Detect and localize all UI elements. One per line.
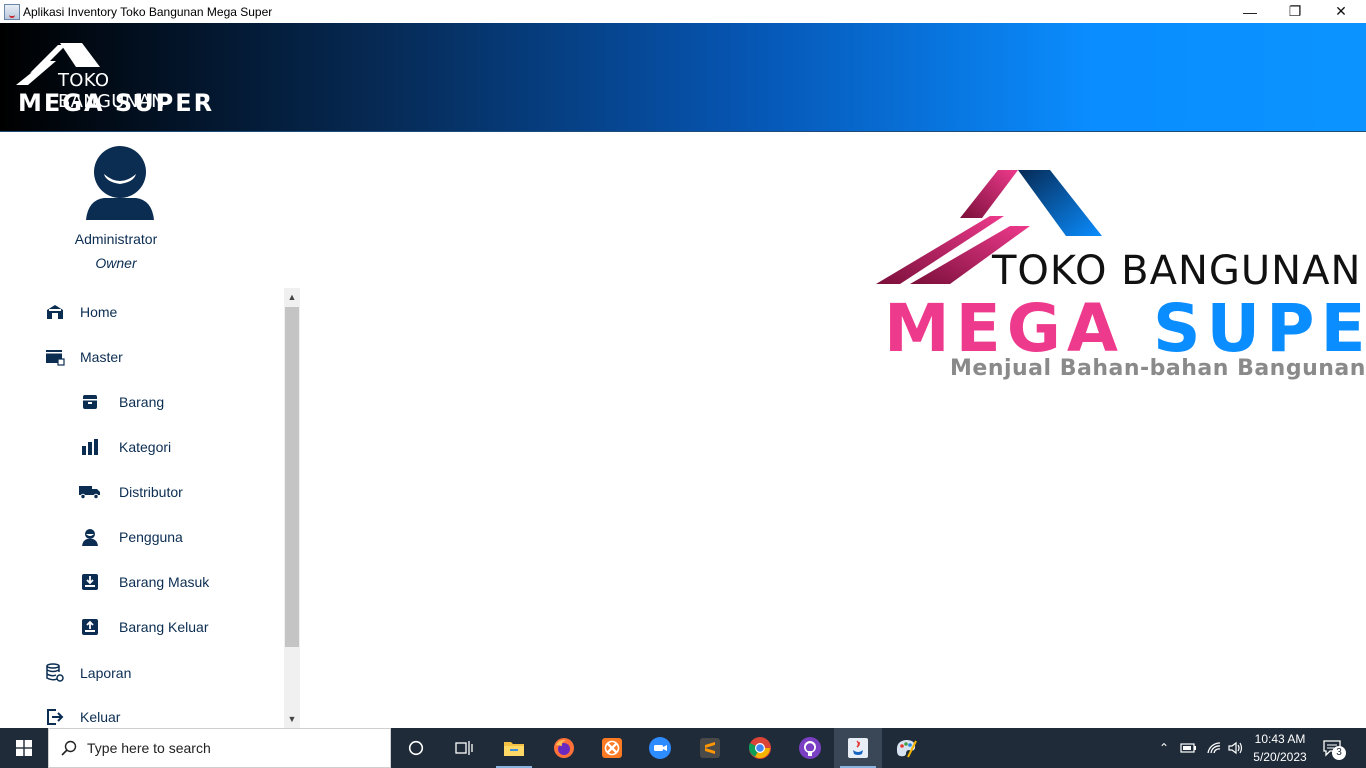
firefox-icon [554, 738, 574, 758]
restore-button[interactable]: ❐ [1272, 0, 1318, 23]
main-logo: TOKO BANGUNAN MEGA SUPER Menjual Bahan-b… [870, 160, 1366, 390]
user-icon [79, 526, 101, 548]
header-banner: TOKO BANGUNAN MEGA SUPER [0, 23, 1366, 132]
scroll-down-arrow-icon[interactable]: ▼ [284, 710, 300, 728]
sidebar-item-pengguna[interactable]: Pengguna [0, 517, 284, 557]
avatar-icon [86, 146, 154, 220]
sidebar-item-label: Kategori [119, 439, 172, 455]
sidebar-item-label: Distributor [119, 484, 183, 500]
folder-icon [44, 346, 66, 368]
cortana-circle-icon [408, 740, 424, 756]
sidebar-item-label: Barang Masuk [119, 574, 210, 590]
chrome-icon [748, 737, 771, 759]
tray-chevron-up-icon[interactable]: ⌃ [1156, 741, 1172, 755]
taskbar-java-app[interactable] [834, 728, 882, 768]
sidebar-item-master[interactable]: Master [0, 337, 284, 377]
sidebar-item-label: Home [80, 304, 118, 320]
sidebar-item-label: Laporan [80, 665, 132, 681]
clock-date: 5/20/2023 [1253, 750, 1307, 764]
sidebar-item-barang[interactable]: Barang [0, 382, 284, 422]
sidebar-item-kategori[interactable]: Kategori [0, 427, 284, 467]
sidebar-scrollbar[interactable]: ▲ ▼ [284, 288, 300, 728]
minimize-button[interactable]: — [1227, 0, 1273, 23]
sidebar-item-keluar[interactable]: Keluar [0, 697, 284, 728]
sidebar-menu: Home Master Barang Kategori Distributor … [0, 288, 284, 728]
taskbar-search-box[interactable]: Type here to search [48, 728, 391, 768]
zoom-icon [649, 737, 671, 759]
taskbar-clock[interactable]: 10:43 AM 5/20/2023 [1244, 730, 1316, 766]
taskbar-sublime[interactable] [686, 728, 734, 768]
sublime-text-icon [700, 738, 720, 758]
sidebar-item-barang-masuk[interactable]: Barang Masuk [0, 562, 284, 602]
sidebar-item-home[interactable]: Home [0, 292, 284, 332]
windows-logo-icon [16, 740, 32, 756]
paint-palette-icon [896, 740, 917, 758]
sidebar-item-barang-keluar[interactable]: Barang Keluar [0, 607, 284, 647]
close-button[interactable]: ✕ [1318, 0, 1364, 23]
cortana-button[interactable] [392, 728, 440, 768]
scrollbar-thumb[interactable] [285, 307, 299, 647]
logout-icon [44, 706, 66, 728]
battery-icon[interactable] [1180, 742, 1198, 754]
sidebar-item-label: Keluar [80, 709, 121, 725]
java-icon [848, 738, 868, 758]
scroll-up-arrow-icon[interactable]: ▲ [284, 288, 300, 306]
sidebar-item-label: Barang Keluar [119, 619, 209, 635]
search-placeholder: Type here to search [87, 740, 211, 756]
taskbar-chrome[interactable] [736, 728, 784, 768]
system-tray: ⌃ [1156, 728, 1244, 768]
volume-icon[interactable] [1228, 741, 1244, 755]
task-view-icon [455, 741, 473, 755]
taskbar-zoom[interactable] [636, 728, 684, 768]
inbox-out-icon [79, 616, 101, 638]
window-title: Aplikasi Inventory Toko Bangunan Mega Su… [23, 4, 273, 19]
notification-center-button[interactable]: 3 [1322, 728, 1346, 768]
main-logo-line1: TOKO BANGUNAN [992, 248, 1362, 294]
taskbar-firefox[interactable] [540, 728, 588, 768]
sidebar-item-label: Barang [119, 394, 165, 410]
user-profile: Administrator Owner [0, 132, 232, 282]
sidebar-item-label: Pengguna [119, 529, 183, 545]
taskbar-xampp[interactable] [588, 728, 636, 768]
wifi-icon[interactable] [1206, 741, 1222, 755]
github-icon [799, 737, 821, 759]
box-icon [79, 391, 101, 413]
window-titlebar: Aplikasi Inventory Toko Bangunan Mega Su… [0, 0, 1366, 23]
home-icon [44, 301, 66, 323]
sidebar-item-distributor[interactable]: Distributor [0, 472, 284, 512]
java-app-icon [4, 3, 20, 20]
sidebar-item-laporan[interactable]: Laporan [0, 653, 284, 693]
truck-icon [79, 481, 101, 503]
database-gear-icon [44, 662, 66, 684]
task-view-button[interactable] [440, 728, 488, 768]
xampp-icon [602, 738, 622, 758]
taskbar-github[interactable] [786, 728, 834, 768]
sidebar-item-label: Master [80, 349, 123, 365]
header-logo-line2: MEGA SUPER [18, 89, 215, 117]
clock-time: 10:43 AM [1254, 732, 1306, 746]
folder-explorer-icon [504, 742, 524, 756]
bar-chart-icon [79, 436, 101, 458]
header-logo: TOKO BANGUNAN MEGA SUPER [16, 41, 216, 117]
inbox-in-icon [79, 571, 101, 593]
notification-count-badge: 3 [1332, 746, 1346, 760]
search-icon [61, 740, 77, 756]
start-button[interactable] [0, 728, 48, 768]
main-logo-tagline: Menjual Bahan-bahan Bangunan [950, 356, 1366, 381]
taskbar-paint[interactable] [882, 728, 930, 768]
profile-name: Administrator [74, 231, 158, 247]
profile-role: Owner [95, 255, 137, 271]
taskbar-file-explorer[interactable] [490, 728, 538, 768]
